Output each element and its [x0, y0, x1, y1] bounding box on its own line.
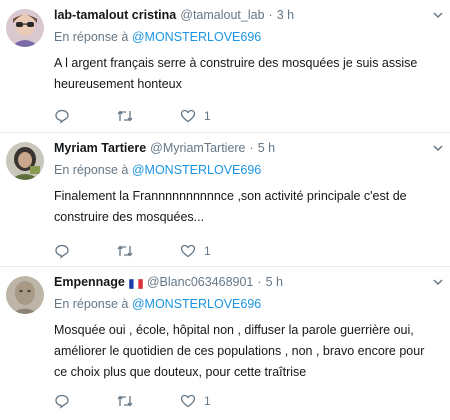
retweet-icon: [116, 243, 134, 259]
reply-context: En réponse à @MONSTERLOVE696: [54, 30, 440, 45]
reply-button[interactable]: [54, 393, 70, 409]
display-name[interactable]: lab-tamalout cristina: [54, 7, 176, 23]
separator-dot: ·: [257, 275, 262, 289]
like-icon: [180, 108, 196, 124]
avatar[interactable]: [6, 142, 44, 180]
french-flag-icon: [128, 277, 144, 290]
tweet-text: Finalement la Frannnnnnnnnnce ,son activ…: [54, 189, 407, 224]
retweet-icon: [116, 108, 134, 124]
user-handle[interactable]: @Blanc063468901: [147, 274, 254, 290]
tweet[interactable]: lab-tamalout cristina @tamalout_lab · 3 …: [0, 0, 450, 133]
tweet[interactable]: Myriam Tartiere @MyriamTartiere · 5 h En…: [0, 133, 450, 267]
reply-icon: [54, 243, 70, 259]
reply-prefix: En réponse à: [54, 297, 129, 311]
reply-button[interactable]: [54, 108, 70, 124]
like-count: 1: [204, 394, 211, 408]
reply-prefix: En réponse à: [54, 163, 129, 177]
user-handle[interactable]: @MyriamTartiere: [150, 140, 245, 156]
user-handle[interactable]: @tamalout_lab: [180, 7, 264, 23]
timestamp[interactable]: 5 h: [258, 140, 275, 156]
tweet-header: lab-tamalout cristina @tamalout_lab · 3 …: [54, 7, 440, 23]
reply-mention-link[interactable]: @MONSTERLOVE696: [132, 163, 261, 177]
tweet-text: A l argent français serre à construire d…: [54, 56, 418, 91]
retweet-icon: [116, 393, 134, 409]
like-button[interactable]: 1: [180, 243, 211, 259]
reply-mention-link[interactable]: @MONSTERLOVE696: [132, 30, 261, 44]
tweet-actions: 1: [54, 108, 257, 124]
like-button[interactable]: 1: [180, 108, 211, 124]
tweet[interactable]: Empennage @Blanc063468901 · 5 h En répon…: [0, 267, 450, 420]
timestamp[interactable]: 3 h: [277, 7, 294, 23]
chevron-down-icon[interactable]: [432, 10, 444, 20]
retweet-button[interactable]: [116, 393, 134, 409]
display-name[interactable]: Empennage: [54, 274, 125, 290]
like-icon: [180, 243, 196, 259]
reply-icon: [54, 108, 70, 124]
tweet-header: Empennage @Blanc063468901 · 5 h: [54, 274, 440, 290]
tweet-header: Myriam Tartiere @MyriamTartiere · 5 h: [54, 140, 440, 156]
tweet-actions: 1: [54, 393, 257, 409]
reply-button[interactable]: [54, 243, 70, 259]
separator-dot: ·: [249, 141, 254, 155]
reply-prefix: En réponse à: [54, 30, 129, 44]
tweet-actions: 1: [54, 243, 257, 259]
like-count: 1: [204, 244, 211, 258]
retweet-button[interactable]: [116, 243, 134, 259]
display-name[interactable]: Myriam Tartiere: [54, 140, 146, 156]
avatar[interactable]: [6, 276, 44, 314]
reply-mention-link[interactable]: @MONSTERLOVE696: [132, 297, 261, 311]
chevron-down-icon[interactable]: [432, 277, 444, 287]
avatar[interactable]: [6, 9, 44, 47]
timestamp[interactable]: 5 h: [266, 274, 283, 290]
reply-context: En réponse à @MONSTERLOVE696: [54, 163, 440, 178]
reply-context: En réponse à @MONSTERLOVE696: [54, 297, 440, 312]
retweet-button[interactable]: [116, 108, 134, 124]
tweet-text: Mosquée oui , école, hôpital non , diffu…: [54, 323, 425, 379]
chevron-down-icon[interactable]: [432, 143, 444, 153]
reply-timeline: lab-tamalout cristina @tamalout_lab · 3 …: [0, 0, 450, 420]
like-icon: [180, 393, 196, 409]
reply-icon: [54, 393, 70, 409]
separator-dot: ·: [268, 8, 273, 22]
like-button[interactable]: 1: [180, 393, 211, 409]
like-count: 1: [204, 109, 211, 123]
